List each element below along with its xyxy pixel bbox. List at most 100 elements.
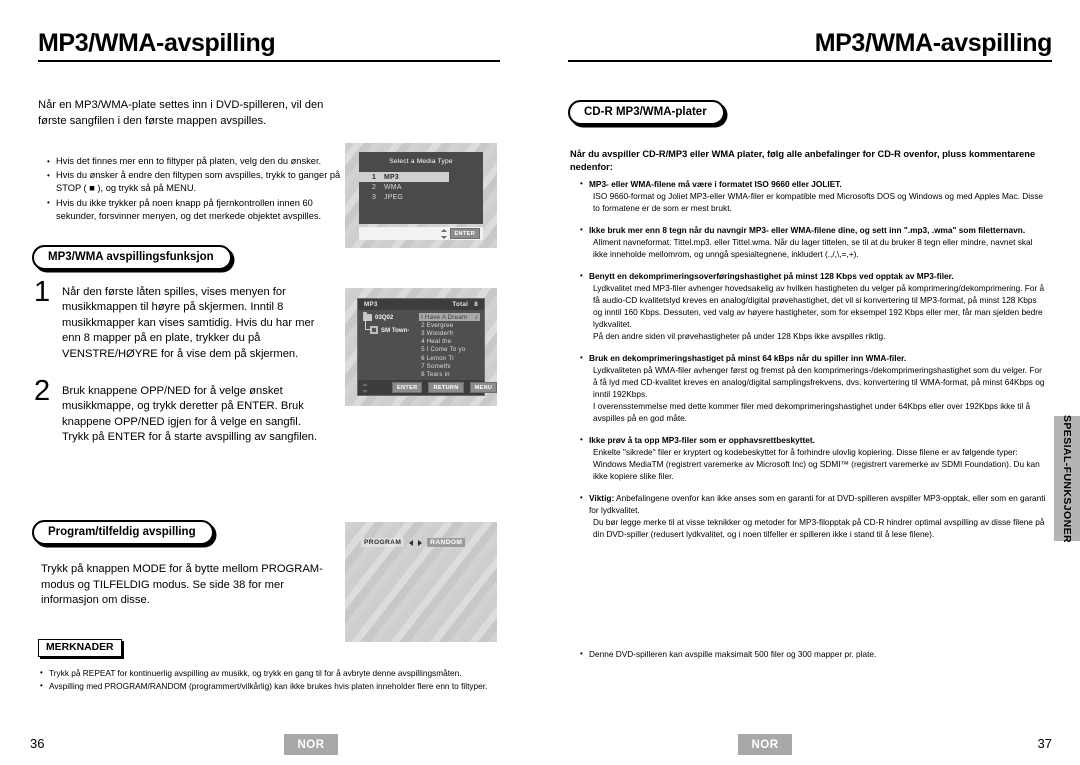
step-1-number: 1 [34, 276, 51, 308]
section-heading-playback-label: MP3/WMA avspillingsfunksjon [32, 245, 232, 270]
list-item[interactable]: I Have A Dream ♪ [419, 313, 480, 322]
list-item: Ikke bruk mer enn 8 tegn når du navngir … [580, 224, 1048, 260]
item-body: Lydkvalitet med MP3-filer avhenger hoved… [593, 283, 1045, 329]
up-down-arrows-icon [440, 228, 447, 239]
list-item: Trykk på REPEAT for kontinuerlig avspill… [40, 667, 520, 679]
list-item: Ikke prøv å ta opp MP3-filer som er opph… [580, 434, 1048, 482]
page-number-left: 36 [30, 736, 45, 751]
track-index: 2 [421, 321, 425, 329]
osd-track-list: I Have A Dream ♪ 2 Evergree 3 Wonderfr 4… [417, 310, 484, 380]
list-item: Hvis du ikke trykker på noen knapp på fj… [47, 196, 342, 223]
list-item: MP3- eller WMA-filene må være i formatet… [580, 178, 1048, 214]
osd-topbar: MP3 Total 8 [358, 299, 484, 310]
step-2: 2 Bruk knappene OPP/NED for å velge ønsk… [32, 377, 322, 446]
arrow-left-icon [409, 539, 414, 546]
intro-bullet-list: Hvis det finnes mer enn to filtyper på p… [47, 154, 342, 224]
track-index: 5 [421, 346, 425, 354]
list-item[interactable]: 3 Wonderfr [419, 329, 480, 337]
item-heading: Bruk en dekomprimeringshastiget på minst… [589, 353, 907, 363]
osd-folder-row[interactable]: 03Q02 [363, 312, 417, 321]
section-heading-cdr: CD-R MP3/WMA-plater [568, 100, 725, 125]
osd-option-label: MP3 [384, 173, 400, 181]
left-page-header: MP3/WMA-avspilling [38, 28, 500, 68]
program-paragraph: Trykk på knappen MODE for å bytte mellom… [41, 563, 323, 606]
language-badge-right: NOR [738, 734, 792, 755]
return-button[interactable]: RETURN [428, 382, 464, 393]
notes-tag: MERKNADER [38, 637, 122, 657]
arrow-right-icon [418, 539, 423, 546]
list-item: Benytt en dekomprimeringsoverføringshast… [580, 270, 1048, 342]
osd-option-jpeg[interactable]: 3 JPEG [359, 192, 483, 202]
final-note-list: Denne DVD-spilleren kan avspille maksima… [580, 648, 1048, 661]
track-title: Wonderfr [426, 329, 454, 337]
track-title: I Come To yo [426, 346, 466, 354]
track-index: 3 [421, 329, 425, 337]
step-1: 1 Når den første låten spilles, vises me… [32, 278, 322, 362]
item-body: Allment navneformat: Tittel.mp3. eller T… [593, 237, 1033, 259]
item-body: Enkelte "sikrede" filer er kryptert og k… [593, 447, 1040, 481]
section-heading-program-label: Program/tilfeldig avspilling [32, 520, 214, 545]
osd-program-random: PROGRAM RANDOM [361, 538, 466, 547]
item-heading: MP3- eller WMA-filene må være i formatet… [589, 179, 842, 189]
osd-file-name: SM Town- [381, 326, 410, 334]
item-heading: Viktig: [589, 493, 615, 503]
osd-mode-label: MP3 [364, 301, 378, 308]
list-item: Avspilling med PROGRAM/RANDOM (programme… [40, 680, 520, 692]
osd-middle: 03Q02 SM Town- I Have A Dream ♪ 2 Evergr… [358, 310, 484, 380]
header-rule-left [38, 60, 500, 62]
osd-option-mp3[interactable]: 1 MP3 [359, 172, 449, 182]
track-index: 6 [421, 354, 425, 362]
osd-option-index: 2 [372, 183, 377, 191]
page-title-left: MP3/WMA-avspilling [38, 29, 276, 57]
enter-button[interactable]: ENTER [392, 382, 423, 393]
list-item: Hvis det finnes mer enn to filtyper på p… [47, 154, 342, 168]
section-heading-program: Program/tilfeldig avspilling [32, 520, 214, 545]
list-item[interactable]: 2 Evergree [419, 321, 480, 329]
list-item: Bruk en dekomprimeringshastiget på minst… [580, 352, 1048, 424]
track-title: Somethi [426, 362, 451, 370]
list-item[interactable]: 4 Heal the [419, 338, 480, 346]
up-down-arrows-icon [362, 382, 368, 393]
list-item[interactable]: 5 I Come To yo [419, 346, 480, 354]
track-index: 8 [421, 370, 425, 378]
enter-button[interactable]: ENTER [449, 228, 480, 239]
osd-total-label: Total [452, 301, 469, 308]
osd-buttons: ENTER RETURN MENU [392, 382, 498, 393]
item-body-2: I overensstemmelse med dette kommer file… [593, 401, 1031, 423]
list-item: Hvis du ønsker å endre den filtypen som … [47, 169, 342, 195]
track-title: I Have A Dream [421, 313, 468, 321]
notes-list: Trykk på REPEAT for kontinuerlig avspill… [40, 667, 520, 693]
osd-folder-name: 03Q02 [375, 314, 394, 321]
osd-panel: Select a Media Type 1 MP3 2 WMA 3 JPEG [359, 152, 483, 224]
side-tab-special-functions: SPESIAL-FUNKSJONER [1054, 415, 1080, 542]
item-heading: Ikke bruk mer enn 8 tegn når du navngir … [589, 225, 1026, 235]
random-label: RANDOM [427, 538, 466, 547]
osd-bottom-bar: ENTER [359, 227, 483, 240]
item-body: Du bør legge merke til at visse teknikke… [593, 517, 1045, 539]
osd-option-index: 3 [372, 193, 377, 201]
screenshot-media-type: Select a Media Type 1 MP3 2 WMA 3 JPEG ENTE… [345, 143, 497, 248]
osd-option-label: JPEG [384, 193, 404, 201]
osd-file-row[interactable]: SM Town- [363, 319, 417, 334]
list-item[interactable]: 6 Lemon Tr [419, 354, 480, 362]
list-item[interactable]: 7 Somethi [419, 362, 480, 370]
osd-total-value: 8 [474, 301, 478, 308]
music-note-icon: ♪ [474, 313, 478, 321]
track-index: 7 [421, 362, 425, 370]
steps-list: 1 Når den første låten spilles, vises me… [32, 278, 322, 464]
right-page-header: MP3/WMA-avspilling [568, 28, 1052, 68]
list-item[interactable]: 8 Tears in [419, 370, 480, 378]
language-badge-left: NOR [284, 734, 338, 755]
osd-option-label: WMA [384, 183, 402, 191]
program-label: PROGRAM [361, 538, 405, 547]
screenshot-program-random: PROGRAM RANDOM [345, 522, 497, 642]
osd-option-index: 1 [372, 173, 377, 181]
intro-paragraph-left: Når en MP3/WMA-plate settes inn i DVD-sp… [38, 99, 324, 127]
menu-button[interactable]: MENU [469, 382, 498, 393]
page-number-right: 37 [1037, 736, 1052, 751]
step-2-text: Bruk knappene OPP/NED for å velge ønsket… [62, 385, 318, 444]
step-1-text: Når den første låten spilles, vises meny… [62, 286, 315, 360]
cdr-requirements-list: MP3- eller WMA-filene må være i formatet… [580, 178, 1048, 550]
item-body: Lydkvaliteten på WMA-filer avhenger førs… [593, 365, 1045, 399]
osd-option-wma[interactable]: 2 WMA [359, 182, 483, 192]
